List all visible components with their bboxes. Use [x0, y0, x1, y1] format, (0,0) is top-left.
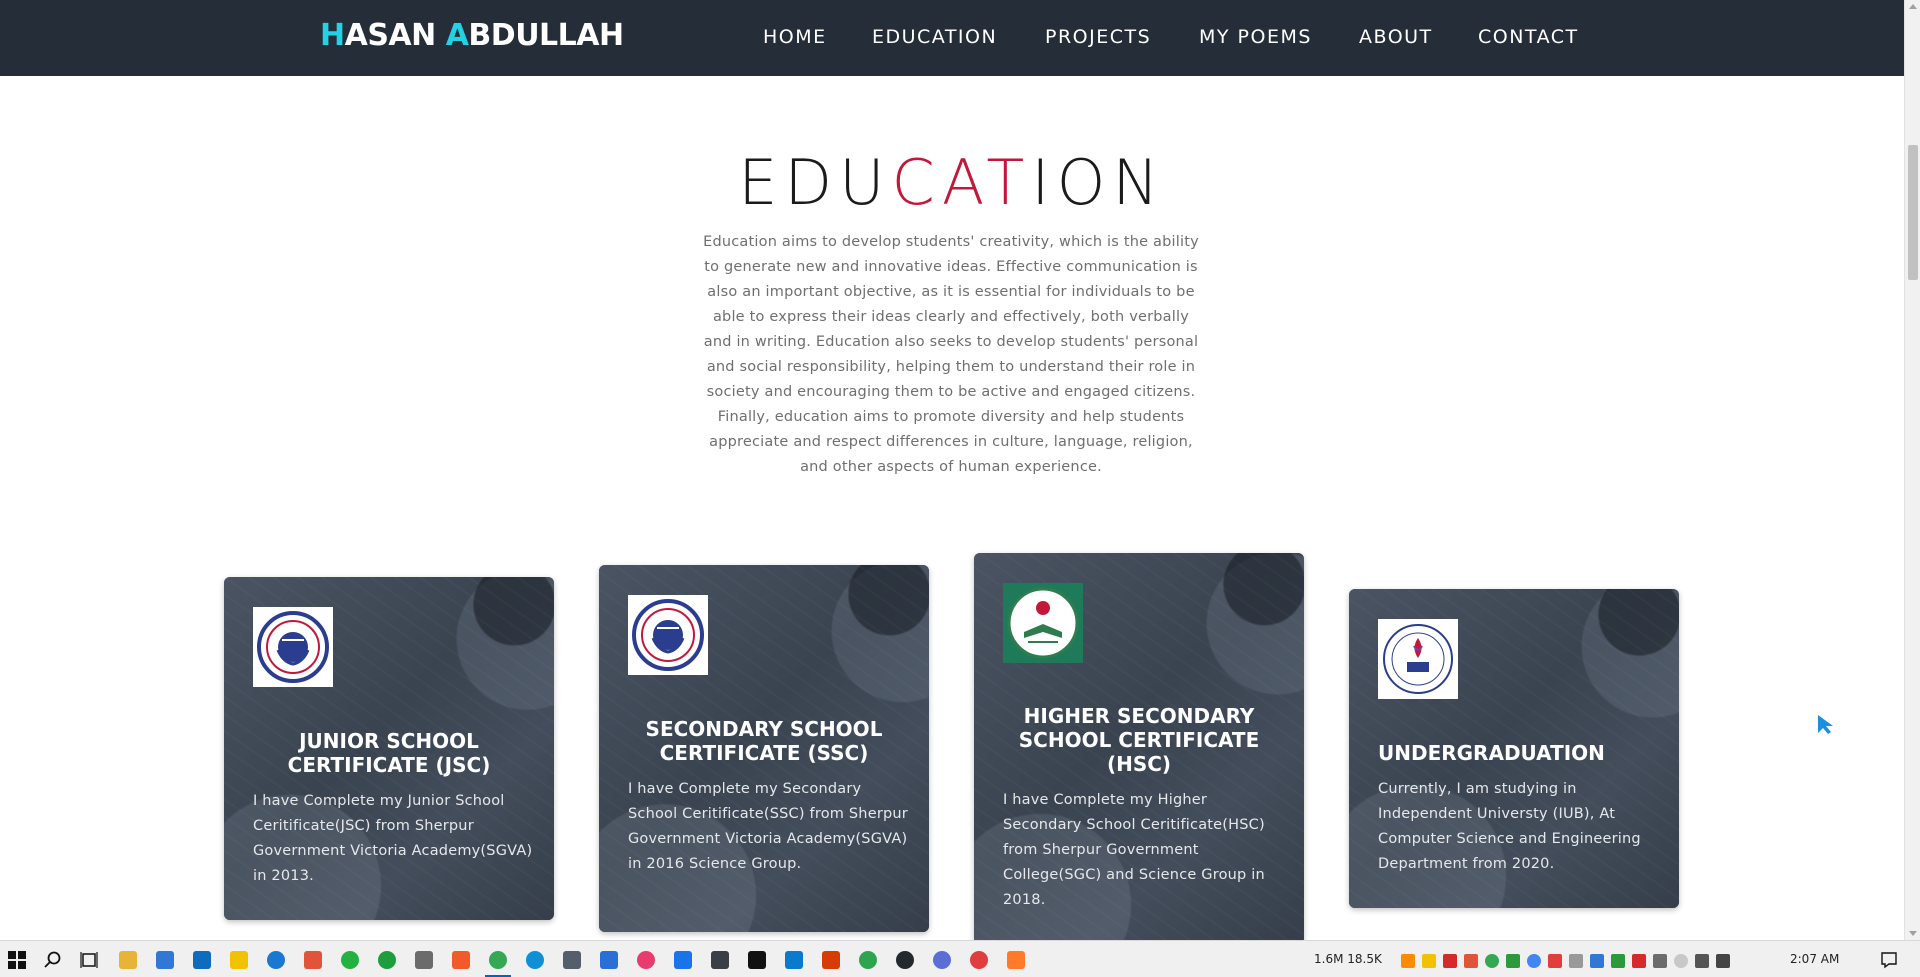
school-seal-icon	[628, 595, 708, 675]
card-text: Currently, I am studying in Independent …	[1378, 781, 1641, 872]
tray-icon[interactable]	[1464, 954, 1478, 968]
search-icon[interactable]	[44, 951, 62, 969]
sticky-notes-icon[interactable]	[230, 951, 248, 969]
chrome-icon[interactable]	[489, 951, 507, 969]
brand-rest-2: BDULLAH	[468, 18, 624, 53]
whatsapp-icon[interactable]	[378, 951, 396, 969]
card-title: UNDERGRADUATION	[1378, 741, 1605, 765]
brand-initial-2: A	[445, 18, 469, 53]
tray-icon[interactable]	[1485, 954, 1499, 968]
network-icon[interactable]	[1695, 954, 1709, 968]
tray-icon[interactable]	[1632, 954, 1646, 968]
title-accent: CAT	[891, 146, 1032, 219]
mouse-cursor-icon	[1818, 715, 1833, 734]
card-text: I have Complete my Higher Secondary Scho…	[1003, 792, 1265, 908]
pycharm-icon[interactable]	[748, 951, 766, 969]
clock: 2:07 AM	[1790, 952, 1840, 966]
app-icon[interactable]	[674, 951, 692, 969]
github-icon[interactable]	[896, 951, 914, 969]
whatsapp-icon[interactable]	[341, 951, 359, 969]
windows-taskbar: 1.6M 18.5K 2:07 AM	[0, 940, 1920, 977]
college-seal-icon	[1003, 583, 1083, 663]
university-seal-icon	[1378, 619, 1458, 699]
messenger-icon[interactable]	[267, 951, 285, 969]
calculator-icon[interactable]	[415, 951, 433, 969]
music-icon[interactable]	[637, 951, 655, 969]
tray-icon[interactable]	[1401, 954, 1415, 968]
brand-rest-1: ASAN	[344, 18, 446, 53]
title-part-2: ION	[1031, 146, 1166, 219]
card-undergraduation: UNDERGRADUATION Currently, I am studying…	[1349, 589, 1679, 908]
scroll-up-arrow-icon[interactable]	[1909, 4, 1917, 9]
onedrive-icon[interactable]	[1674, 954, 1688, 968]
tray-icon[interactable]	[1569, 954, 1583, 968]
top-navbar: HASAN ABDULLAH HOME EDUCATION PROJECTS M…	[0, 0, 1904, 76]
tray-icon[interactable]	[1443, 954, 1457, 968]
nav-contact[interactable]: CONTACT	[1478, 26, 1579, 48]
app-icon[interactable]	[859, 951, 877, 969]
app-icon[interactable]	[711, 951, 729, 969]
notification-icon[interactable]	[1880, 951, 1898, 969]
card-hsc: HIGHER SECONDARY SCHOOL CERTIFICATE (HSC…	[974, 553, 1304, 944]
tray-icon[interactable]	[1422, 954, 1436, 968]
nav-home[interactable]: HOME	[763, 26, 827, 48]
card-title: JUNIOR SCHOOL CERTIFICATE (JSC)	[287, 729, 491, 777]
page-scrollbar[interactable]	[1904, 0, 1920, 940]
file-explorer-icon[interactable]	[119, 951, 137, 969]
brand-logo[interactable]: HASAN ABDULLAH	[320, 18, 624, 53]
mail-icon[interactable]	[193, 951, 211, 969]
nav-education[interactable]: EDUCATION	[872, 26, 997, 48]
section-title: EDUCATION	[0, 146, 1904, 219]
tray-icon[interactable]	[1548, 954, 1562, 968]
section-description: Education aims to develop students' crea…	[703, 234, 1199, 475]
app-icon[interactable]	[933, 951, 951, 969]
card-title: SECONDARY SCHOOL CERTIFICATE (SSC)	[645, 717, 883, 765]
vscode-icon[interactable]	[785, 951, 803, 969]
edge-icon[interactable]	[526, 951, 544, 969]
card-text: I have Complete my Secondary School Ceri…	[628, 781, 908, 872]
office-icon[interactable]	[822, 951, 840, 969]
app-icon[interactable]	[970, 951, 988, 969]
nav-my-poems[interactable]: MY POEMS	[1199, 26, 1312, 48]
windows-start-icon[interactable]	[8, 951, 26, 969]
tray-icon[interactable]	[1590, 954, 1604, 968]
brave-icon[interactable]	[452, 951, 470, 969]
card-ssc: SECONDARY SCHOOL CERTIFICATE (SSC) I hav…	[599, 565, 929, 932]
app-icon[interactable]	[1007, 951, 1025, 969]
title-part-1: EDU	[738, 146, 892, 219]
tray-icon[interactable]	[1506, 954, 1520, 968]
tray-icon[interactable]	[1611, 954, 1625, 968]
school-seal-icon	[253, 607, 333, 687]
app-3-icon[interactable]	[600, 951, 618, 969]
brand-initial-1: H	[320, 18, 345, 53]
nav-about[interactable]: ABOUT	[1359, 26, 1433, 48]
scrollbar-thumb[interactable]	[1908, 145, 1918, 280]
network-speed: 1.6M 18.5K	[1314, 952, 1382, 966]
store-icon[interactable]	[156, 951, 174, 969]
volume-icon[interactable]	[1716, 954, 1730, 968]
tray-icon[interactable]	[1527, 954, 1541, 968]
git-icon[interactable]	[304, 951, 322, 969]
card-title: HIGHER SECONDARY SCHOOL CERTIFICATE (HSC…	[1018, 704, 1260, 776]
task-view-icon[interactable]	[80, 951, 98, 969]
tray-icon[interactable]	[1653, 954, 1667, 968]
nav-projects[interactable]: PROJECTS	[1045, 26, 1151, 48]
card-jsc: JUNIOR SCHOOL CERTIFICATE (JSC) I have C…	[224, 577, 554, 920]
scroll-down-arrow-icon[interactable]	[1909, 931, 1917, 936]
camera-icon[interactable]	[563, 951, 581, 969]
card-text: I have Complete my Junior School Ceritif…	[253, 793, 533, 884]
